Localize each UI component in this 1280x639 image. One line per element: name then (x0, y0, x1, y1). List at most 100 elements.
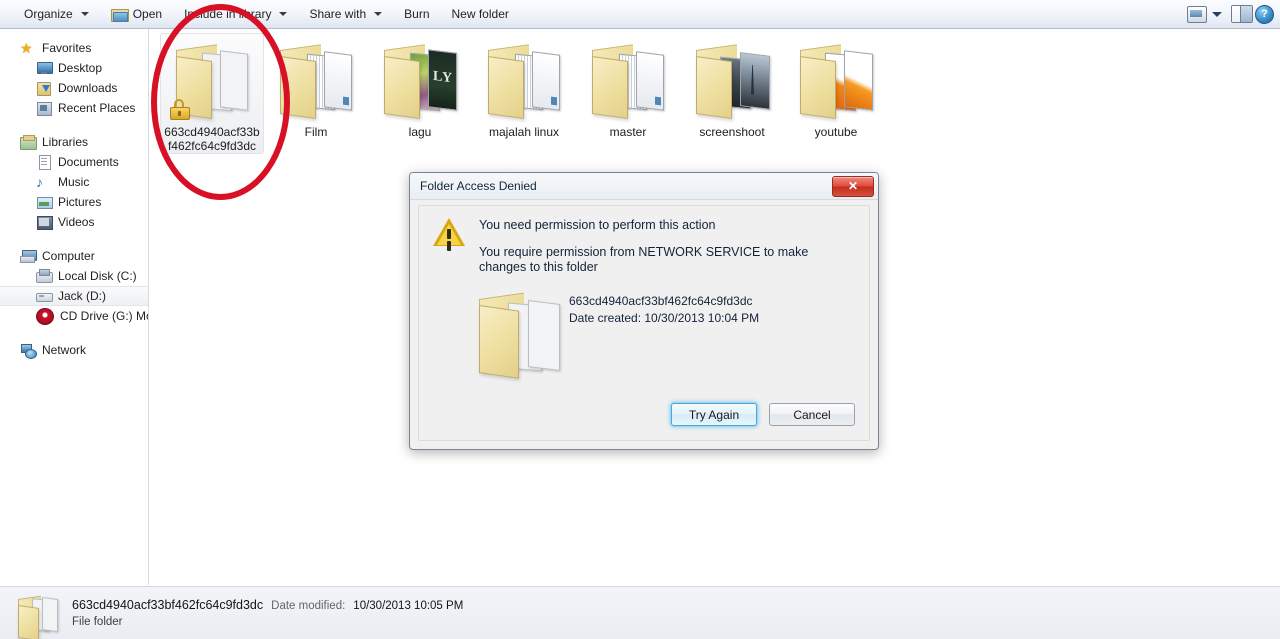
toolbar-label-share-with: Share with (309, 7, 367, 21)
sidebar-label-favorites: Favorites (42, 41, 92, 55)
sidebar-item-jack-d[interactable]: Jack (D:) (0, 286, 148, 306)
folder-label: majalah linux (488, 125, 560, 139)
folder-icon (488, 44, 560, 120)
folder-icon (592, 44, 664, 120)
toolbar-button-organize[interactable]: Organize (14, 2, 99, 26)
dialog-message-row: You need permission to perform this acti… (419, 206, 869, 275)
sidebar-item-documents[interactable]: Documents (0, 152, 148, 172)
sidebar-item-music[interactable]: ♪ Music (0, 172, 148, 192)
sidebar-item-local-disk-c[interactable]: Local Disk (C:) (0, 266, 148, 286)
folder-item[interactable]: master (576, 33, 680, 140)
details-date-modified-label: Date modified: (271, 600, 346, 612)
toolbar-button-open[interactable]: Open (101, 2, 172, 26)
folder-item[interactable]: 663cd4940acf33bf462fc64c9fd3dc (160, 33, 264, 154)
folder-icon-wrapper (270, 40, 362, 122)
sidebar-label-music: Music (58, 175, 90, 189)
toolbar-label-burn: Burn (404, 7, 430, 21)
sidebar-item-desktop[interactable]: Desktop (0, 58, 148, 78)
cancel-button[interactable]: Cancel (769, 403, 855, 426)
details-file-type: File folder (72, 616, 123, 628)
command-bar: Organize Open Include in library Share w… (0, 0, 1280, 29)
try-again-button[interactable]: Try Again (671, 403, 757, 426)
sidebar-label-downloads: Downloads (58, 81, 118, 95)
sidebar-label-local-disk-c: Local Disk (C:) (58, 269, 137, 283)
local-disk-icon (36, 269, 53, 283)
folder-label: Film (304, 125, 328, 139)
sidebar-divider (0, 232, 148, 246)
cd-drive-icon (36, 307, 54, 325)
sidebar-item-recent-places[interactable]: Recent Places (0, 98, 148, 118)
folder-item[interactable]: youtube (784, 33, 888, 140)
sidebar-label-videos: Videos (58, 215, 95, 229)
sidebar-label-documents: Documents (58, 155, 119, 169)
dialog-folder-info: 663cd4940acf33bf462fc64c9fd3dc Date crea… (419, 275, 869, 383)
lock-icon (170, 99, 190, 120)
folder-item[interactable]: majalah linux (472, 33, 576, 140)
toolbar-button-include-in-library[interactable]: Include in library (174, 2, 297, 26)
chevron-down-icon[interactable] (1212, 11, 1222, 17)
preview-pane-icon[interactable] (1231, 5, 1253, 23)
folder-item[interactable]: Film (264, 33, 368, 140)
sidebar-label-recent-places: Recent Places (58, 101, 136, 115)
documents-icon (36, 155, 52, 170)
recent-places-icon (36, 101, 52, 116)
drive-icon (36, 289, 53, 303)
help-icon[interactable]: ? (1255, 4, 1274, 24)
dialog-message-secondary: You require permission from NETWORK SERV… (479, 245, 809, 274)
view-mode-icon[interactable] (1187, 5, 1207, 23)
details-line-primary: 663cd4940acf33bf462fc64c9fd3dc Date modi… (72, 598, 463, 612)
music-icon: ♪ (36, 174, 43, 190)
sidebar-item-videos[interactable]: Videos (0, 212, 148, 232)
network-icon (20, 343, 37, 359)
sidebar-label-computer: Computer (42, 249, 95, 263)
details-date-modified-value: 10/30/2013 10:05 PM (353, 600, 464, 612)
toolbar-button-share-with[interactable]: Share with (299, 2, 392, 26)
pictures-icon (36, 195, 53, 209)
dialog-folder-meta: 663cd4940acf33bf462fc64c9fd3dc Date crea… (569, 285, 759, 383)
sidebar-item-pictures[interactable]: Pictures (0, 192, 148, 212)
toolbar-right-group: ? (1187, 4, 1280, 24)
sidebar-divider (0, 326, 148, 340)
folder-icon (696, 44, 770, 120)
libraries-icon (20, 135, 37, 150)
dialog-title-bar: Folder Access Denied ✕ (410, 173, 878, 200)
toolbar-label-new-folder: New folder (451, 7, 509, 21)
folder-label: 663cd4940acf33bf462fc64c9fd3dc (164, 125, 260, 153)
dialog-message-primary: You need permission to perform this acti… (479, 218, 716, 232)
sidebar-item-libraries[interactable]: Libraries (0, 132, 148, 152)
folder-label: youtube (814, 125, 858, 139)
navigation-pane[interactable]: ★ Favorites Desktop Downloads Recent Pla… (0, 29, 149, 585)
sidebar-label-network: Network (42, 343, 87, 357)
dialog-folder-date-created: Date created: 10/30/2013 10:04 PM (569, 311, 760, 325)
folder-icon (16, 593, 58, 639)
sidebar-item-computer[interactable]: Computer (0, 246, 148, 266)
folder-item[interactable]: lagu (368, 33, 472, 140)
folder-icon-wrapper (686, 40, 778, 122)
open-folder-icon (110, 7, 129, 22)
sidebar-label-cd-drive-g: CD Drive (G:) Moder (60, 309, 148, 323)
dialog-folder-name: 663cd4940acf33bf462fc64c9fd3dc (569, 294, 753, 308)
sidebar-divider (0, 118, 148, 132)
close-icon[interactable]: ✕ (832, 175, 874, 197)
folder-label: master (609, 125, 647, 139)
toolbar-label-open: Open (132, 7, 163, 21)
sidebar-label-desktop: Desktop (58, 61, 103, 75)
folder-icon (280, 44, 352, 120)
folder-access-denied-dialog[interactable]: Folder Access Denied ✕ You need permissi… (409, 172, 879, 450)
details-text: 663cd4940acf33bf462fc64c9fd3dc Date modi… (72, 598, 463, 628)
downloads-icon (36, 81, 52, 96)
folder-item[interactable]: screenshoot (680, 33, 784, 140)
sidebar-label-pictures: Pictures (58, 195, 102, 209)
sidebar-item-cd-drive-g[interactable]: CD Drive (G:) Moder (0, 306, 148, 326)
toolbar-button-burn[interactable]: Burn (394, 2, 439, 26)
sidebar-item-downloads[interactable]: Downloads (0, 78, 148, 98)
sidebar-label-jack-d: Jack (D:) (58, 289, 106, 303)
sidebar-item-network[interactable]: Network (0, 340, 148, 360)
computer-icon (20, 249, 37, 263)
folder-icon-wrapper (166, 40, 258, 122)
chevron-down-icon (80, 12, 89, 16)
toolbar-button-new-folder[interactable]: New folder (442, 2, 519, 26)
dialog-button-row: Try Again Cancel (671, 403, 855, 426)
sidebar-item-favorites[interactable]: ★ Favorites (0, 38, 148, 58)
folder-label: lagu (408, 125, 432, 139)
